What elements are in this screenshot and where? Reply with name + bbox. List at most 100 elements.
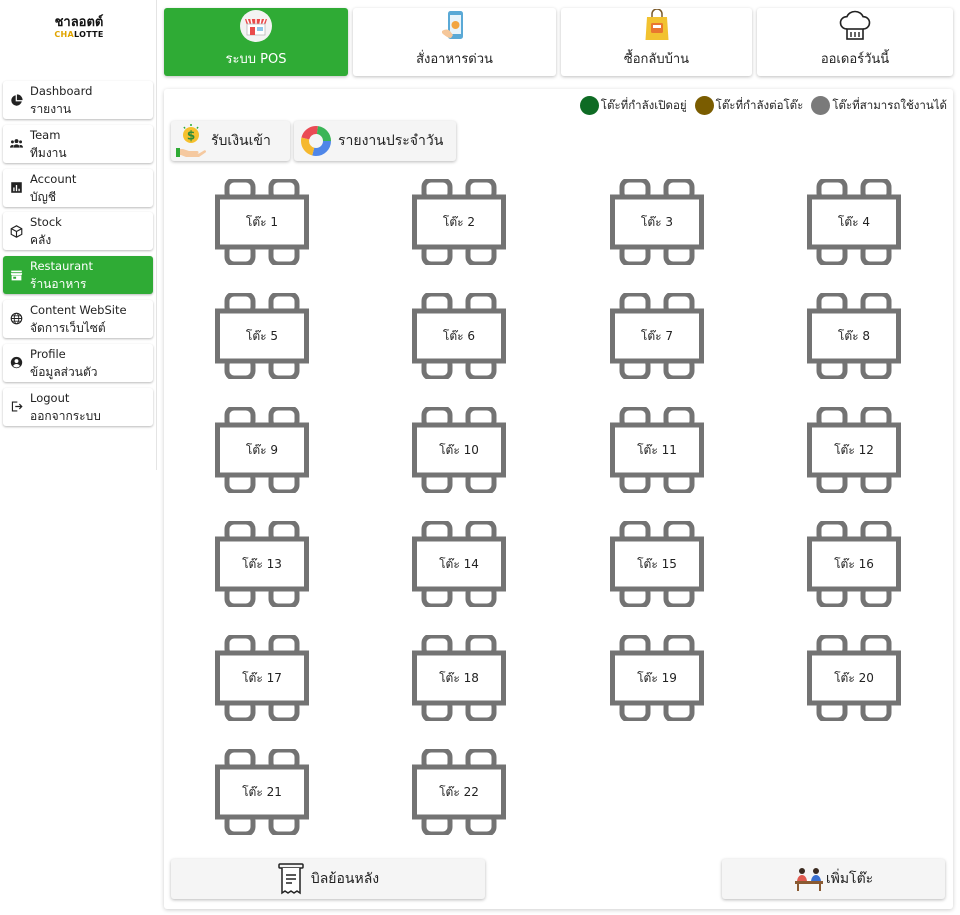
- table-card[interactable]: โต๊ะ 2: [412, 179, 506, 265]
- table-label: โต๊ะ 17: [242, 670, 282, 685]
- table-card[interactable]: โต๊ะ 9: [215, 407, 309, 493]
- sidebar-item-team[interactable]: Team ทีมงาน: [3, 124, 153, 163]
- sidebar-item-label-th: บัญชี: [30, 189, 56, 204]
- table-label: โต๊ะ 21: [242, 784, 282, 799]
- daily-report-button[interactable]: รายงานประจำวัน: [294, 121, 456, 161]
- sidebar-nav: Dashboard รายงาน Team ทีมงาน Account บัญชี …: [3, 81, 153, 431]
- sidebar-item-label-en: Stock: [30, 215, 62, 230]
- box-icon: [3, 225, 30, 238]
- bill-history-button[interactable]: บิลย้อนหลัง: [171, 859, 485, 899]
- table-label: โต๊ะ 15: [637, 556, 677, 571]
- table-label: โต๊ะ 22: [439, 784, 479, 799]
- table-card[interactable]: โต๊ะ 5: [215, 293, 309, 379]
- legend-available: โต๊ะที่สามารถใช้งานได้: [811, 96, 947, 115]
- receive-money-label: รับเงินเข้า: [211, 133, 271, 149]
- table-card[interactable]: โต๊ะ 11: [610, 407, 704, 493]
- sidebar-item-label-en: Logout: [30, 390, 70, 405]
- sidebar-item-label-th: คลัง: [30, 233, 52, 248]
- tab-label: สั่งอาหารด่วน: [416, 52, 493, 67]
- people-icon: [3, 137, 30, 150]
- sidebar-item-label-en: Team: [30, 127, 61, 142]
- table-card[interactable]: โต๊ะ 18: [412, 635, 506, 721]
- table-label: โต๊ะ 9: [245, 442, 279, 457]
- table-card[interactable]: โต๊ะ 21: [215, 749, 309, 835]
- takeaway-bag-icon: [639, 8, 675, 44]
- table-label: โต๊ะ 6: [442, 328, 476, 343]
- table-card[interactable]: โต๊ะ 6: [412, 293, 506, 379]
- legend-open-dot: [579, 96, 599, 115]
- tables-panel: โต๊ะที่กำลังเปิดอยู่ โต๊ะที่กำลังต่อโต๊ะ…: [164, 89, 953, 909]
- table-card[interactable]: โต๊ะ 20: [807, 635, 901, 721]
- brand-name-en: CHALOTTE: [48, 30, 110, 40]
- table-card[interactable]: โต๊ะ 13: [215, 521, 309, 607]
- sidebar-item-account[interactable]: Account บัญชี: [3, 168, 153, 207]
- sidebar: ชาลอตต์ CHALOTTE Dashboard รายงาน Team ทีม…: [0, 0, 157, 470]
- table-label: โต๊ะ 11: [637, 442, 677, 457]
- sidebar-item-profile[interactable]: Profile ข้อมูลส่วนตัว: [3, 343, 153, 382]
- table-card[interactable]: โต๊ะ 15: [610, 521, 704, 607]
- table-label: โต๊ะ 13: [242, 556, 282, 571]
- table-label: โต๊ะ 5: [245, 328, 279, 343]
- tab-label: ซื้อกลับบ้าน: [623, 52, 690, 67]
- sidebar-item-label-th: จัดการเว็บไซต์: [30, 320, 106, 335]
- top-tabs: ระบบ POS สั่งอาหารด่วน ซื้อกลับบ้าน ออเด…: [164, 8, 953, 76]
- add-table-button[interactable]: เพิ่มโต๊ะ: [722, 859, 945, 899]
- legend-merged: โต๊ะที่กำลังต่อโต๊ะ: [694, 96, 804, 115]
- globe-icon: [3, 312, 30, 325]
- table-card[interactable]: โต๊ะ 14: [412, 521, 506, 607]
- brand-logo[interactable]: ชาลอตต์ CHALOTTE: [48, 16, 110, 40]
- store-icon: [3, 269, 30, 282]
- legend-open-label: โต๊ะที่กำลังเปิดอยู่: [600, 97, 687, 112]
- tab-today-orders[interactable]: ออเดอร์วันนี้: [757, 8, 953, 76]
- table-card[interactable]: โต๊ะ 17: [215, 635, 309, 721]
- table-label: โต๊ะ 20: [834, 670, 874, 685]
- pos-store-icon: [238, 8, 274, 44]
- tab-pos[interactable]: ระบบ POS: [164, 8, 348, 76]
- table-label: โต๊ะ 14: [439, 556, 479, 571]
- sidebar-item-label-en: Dashboard: [30, 84, 93, 98]
- table-label: โต๊ะ 7: [640, 328, 674, 343]
- receive-money-button[interactable]: $ รับเงินเข้า: [171, 121, 290, 161]
- table-card[interactable]: โต๊ะ 3: [610, 179, 704, 265]
- table-card[interactable]: โต๊ะ 16: [807, 521, 901, 607]
- table-card[interactable]: โต๊ะ 10: [412, 407, 506, 493]
- legend-merged-label: โต๊ะที่กำลังต่อโต๊ะ: [715, 97, 804, 112]
- table-label: โต๊ะ 19: [637, 670, 677, 685]
- legend-merged-dot: [694, 96, 714, 115]
- table-label: โต๊ะ 2: [442, 214, 476, 229]
- table-label: โต๊ะ 4: [837, 214, 871, 229]
- table-card[interactable]: โต๊ะ 7: [610, 293, 704, 379]
- add-table-label: เพิ่มโต๊ะ: [825, 871, 874, 887]
- sidebar-item-label-en: Restaurant: [30, 259, 93, 274]
- sidebar-item-label-th: ออกจากระบบ: [30, 408, 101, 423]
- sidebar-item-restaurant[interactable]: Restaurant ร้านอาหาร: [3, 256, 153, 295]
- logout-icon: [3, 400, 30, 413]
- tab-quick-order[interactable]: สั่งอาหารด่วน: [353, 8, 556, 76]
- tab-takeaway[interactable]: ซื้อกลับบ้าน: [561, 8, 752, 76]
- sidebar-item-logout[interactable]: Logout ออกจากระบบ: [3, 387, 153, 426]
- table-card[interactable]: โต๊ะ 12: [807, 407, 901, 493]
- table-card[interactable]: โต๊ะ 22: [412, 749, 506, 835]
- sidebar-item-label-en: Account: [30, 171, 77, 186]
- table-label: โต๊ะ 18: [439, 670, 479, 685]
- tab-label: ระบบ POS: [225, 52, 287, 67]
- brand-name-th: ชาลอตต์: [54, 15, 104, 30]
- sidebar-item-label-th: ข้อมูลส่วนตัว: [30, 364, 98, 379]
- table-card[interactable]: โต๊ะ 8: [807, 293, 901, 379]
- sidebar-item-content-website[interactable]: Content WebSite จัดการเว็บไซต์: [3, 299, 153, 338]
- legend-available-dot: [811, 96, 831, 115]
- daily-report-label: รายงานประจำวัน: [338, 133, 444, 149]
- mobile-order-icon: [437, 8, 473, 44]
- table-card[interactable]: โต๊ะ 4: [807, 179, 901, 265]
- table-card[interactable]: โต๊ะ 19: [610, 635, 704, 721]
- legend-open: โต๊ะที่กำลังเปิดอยู่: [579, 96, 687, 115]
- sidebar-item-stock[interactable]: Stock คลัง: [3, 212, 153, 251]
- brand-name-en-a: CHA: [54, 30, 74, 39]
- table-card[interactable]: โต๊ะ 1: [215, 179, 309, 265]
- money-hand-icon: $: [171, 124, 211, 158]
- status-legend: โต๊ะที่กำลังเปิดอยู่ โต๊ะที่กำลังต่อโต๊ะ…: [572, 96, 947, 115]
- sidebar-item-label-th: รายงาน: [30, 102, 72, 116]
- sidebar-item-label-en: Profile: [30, 346, 66, 361]
- dining-people-icon: [794, 866, 824, 892]
- sidebar-item-dashboard[interactable]: Dashboard รายงาน: [3, 81, 153, 119]
